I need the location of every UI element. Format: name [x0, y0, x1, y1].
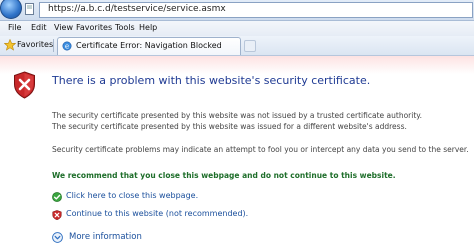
page-title: There is a problem with this website's s… [52, 74, 371, 87]
favorites-bar: Favorites e Certificate Error: Navigatio… [0, 36, 474, 56]
address-input[interactable]: https://a.b.c.d/testservice/service.asmx [39, 2, 473, 18]
cert-issue-address: The security certificate presented by th… [52, 122, 407, 131]
favorites-star-icon[interactable] [4, 39, 16, 51]
menu-view[interactable]: View [54, 23, 73, 32]
error-page: There is a problem with this website's s… [0, 56, 474, 248]
favorites-divider [53, 39, 54, 52]
tab-certificate-error[interactable]: e Certificate Error: Navigation Blocked [57, 37, 241, 55]
recommendation-text: We recommend that you close this webpage… [52, 171, 396, 180]
cert-warning-text: Security certificate problems may indica… [52, 145, 469, 154]
more-information-label[interactable]: More information [69, 232, 142, 242]
red-shield-icon [52, 210, 62, 220]
chevron-down-circle-icon [52, 232, 63, 243]
menu-tools[interactable]: Tools [115, 23, 135, 32]
address-bar-row: https://a.b.c.d/testservice/service.asmx [0, 0, 474, 21]
back-button[interactable] [0, 0, 22, 19]
svg-text:e: e [65, 43, 69, 51]
url-text: https://a.b.c.d/testservice/service.asmx [48, 4, 226, 14]
ie-page-icon: e [62, 41, 72, 51]
tab-title: Certificate Error: Navigation Blocked [76, 41, 222, 50]
favorites-label[interactable]: Favorites [17, 40, 53, 49]
green-check-icon [52, 192, 62, 202]
menu-file[interactable]: File [8, 23, 21, 32]
page-icon [25, 3, 34, 15]
new-tab-button[interactable] [244, 40, 256, 52]
menu-favorites[interactable]: Favorites [76, 23, 112, 32]
menu-edit[interactable]: Edit [31, 23, 47, 32]
continue-website-link[interactable]: Continue to this website (not recommende… [66, 209, 248, 218]
close-webpage-link[interactable]: Click here to close this webpage. [66, 191, 198, 200]
menu-help[interactable]: Help [139, 23, 157, 32]
shield-error-icon [14, 71, 35, 99]
menu-bar: File Edit View Favorites Tools Help [0, 21, 474, 37]
cert-issue-untrusted: The security certificate presented by th… [52, 111, 423, 120]
